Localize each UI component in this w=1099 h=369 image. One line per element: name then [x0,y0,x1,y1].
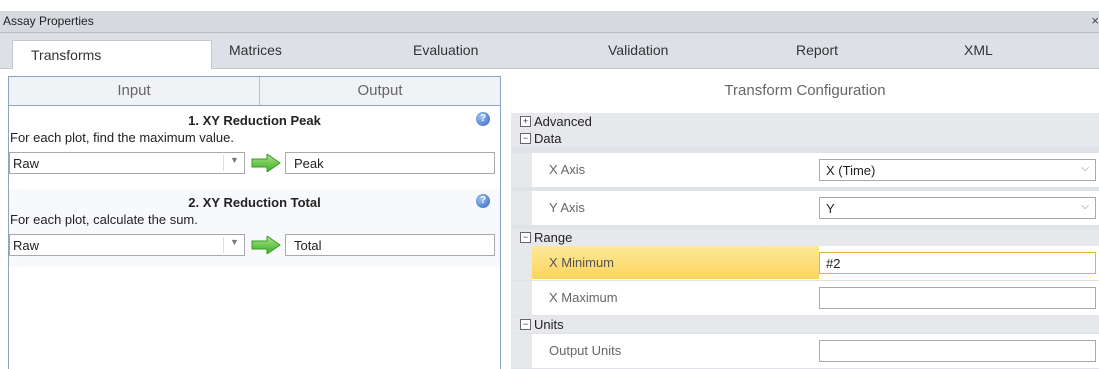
select-divider [223,155,224,171]
output-units-field[interactable] [819,340,1096,362]
property-grid: + Advanced − Data X Axis X (Time) ⌵ Y Ax… [511,113,1099,369]
x-axis-value: X (Time) [826,163,876,178]
collapse-icon[interactable]: − [520,319,531,330]
input-select-value: Raw [13,238,40,253]
collapse-icon[interactable]: − [520,133,531,144]
output-column-header[interactable]: Output [260,77,500,105]
transform-description: For each plot, calculate the sum. [10,212,198,227]
help-icon[interactable]: ? [476,112,490,126]
category-units[interactable]: − Units [511,316,1099,333]
property-x-axis[interactable]: X Axis X (Time) ⌵ [511,153,1099,187]
tab-transforms[interactable]: Transforms [12,40,212,69]
input-select-value: Raw [13,156,40,171]
category-label: Range [534,230,573,245]
category-range[interactable]: − Range [511,229,1099,246]
right-arrow-icon [251,236,281,254]
window-title-bar: Assay Properties × [0,11,1099,33]
property-name: X Maximum [549,290,618,305]
x-minimum-field[interactable]: #2 [819,252,1096,274]
output-name-field[interactable]: Total [285,234,495,256]
transform-title: 1. XY Reduction Peak [188,113,321,128]
property-name: X Axis [549,162,586,177]
chevron-down-icon[interactable]: ⌵ [1081,163,1089,174]
row-gutter [511,191,532,225]
y-axis-value: Y [826,201,835,216]
help-icon[interactable]: ? [476,194,490,208]
tab-validation[interactable]: Validation [608,42,668,58]
chevron-down-icon[interactable]: ⌵ [1081,201,1089,212]
window-title: Assay Properties [3,14,94,28]
x-minimum-value: #2 [826,256,841,271]
row-gutter [511,334,532,368]
input-column-header[interactable]: Input [9,77,260,105]
transform-item[interactable]: 2. XY Reduction Total For each plot, cal… [9,189,500,267]
category-label: Data [534,131,562,146]
tab-report[interactable]: Report [796,42,838,58]
input-output-header: Input Output [9,77,500,106]
transform-description: For each plot, find the maximum value. [10,130,234,145]
property-name: X Minimum [532,246,819,279]
transform-list-panel: Input Output 1. XY Reduction Peak For ea… [8,76,501,369]
property-name: Y Axis [549,200,585,215]
tab-matrices[interactable]: Matrices [229,42,282,58]
select-divider [223,237,224,253]
y-axis-select[interactable]: Y ⌵ [819,197,1096,219]
tab-bar: Transforms Matrices Evaluation Validatio… [0,33,1099,69]
category-data[interactable]: − Data [511,130,1099,147]
property-name: Output Units [549,343,622,358]
property-output-units[interactable]: Output Units [511,334,1099,368]
property-x-maximum[interactable]: X Maximum [511,281,1099,315]
collapse-icon[interactable]: − [520,232,531,243]
chevron-down-icon[interactable]: ▼ [230,155,239,165]
transform-title: 2. XY Reduction Total [188,195,321,210]
transform-item[interactable]: 1. XY Reduction Peak For each plot, find… [9,107,500,185]
config-heading: Transform Configuration [724,82,886,99]
input-select[interactable]: Raw ▼ [9,152,245,174]
x-maximum-field[interactable] [819,287,1096,309]
row-gutter [511,281,532,315]
category-label: Advanced [534,114,592,129]
output-name-value: Total [294,238,322,253]
output-name-field[interactable]: Peak [285,152,495,174]
input-select[interactable]: Raw ▼ [9,234,245,256]
row-gutter [511,246,532,280]
row-gutter [511,153,532,187]
property-y-axis[interactable]: Y Axis Y ⌵ [511,191,1099,225]
category-advanced[interactable]: + Advanced [511,113,1099,130]
property-x-minimum[interactable]: X Minimum #2 [511,246,1099,280]
chevron-down-icon[interactable]: ▼ [230,237,239,247]
output-name-value: Peak [294,156,324,171]
x-axis-select[interactable]: X (Time) ⌵ [819,159,1096,181]
tab-evaluation[interactable]: Evaluation [413,42,478,58]
right-arrow-icon [251,154,281,172]
category-label: Units [534,317,564,332]
expand-icon[interactable]: + [520,116,531,127]
tab-xml[interactable]: XML [964,42,993,58]
close-icon[interactable]: × [1091,13,1099,28]
